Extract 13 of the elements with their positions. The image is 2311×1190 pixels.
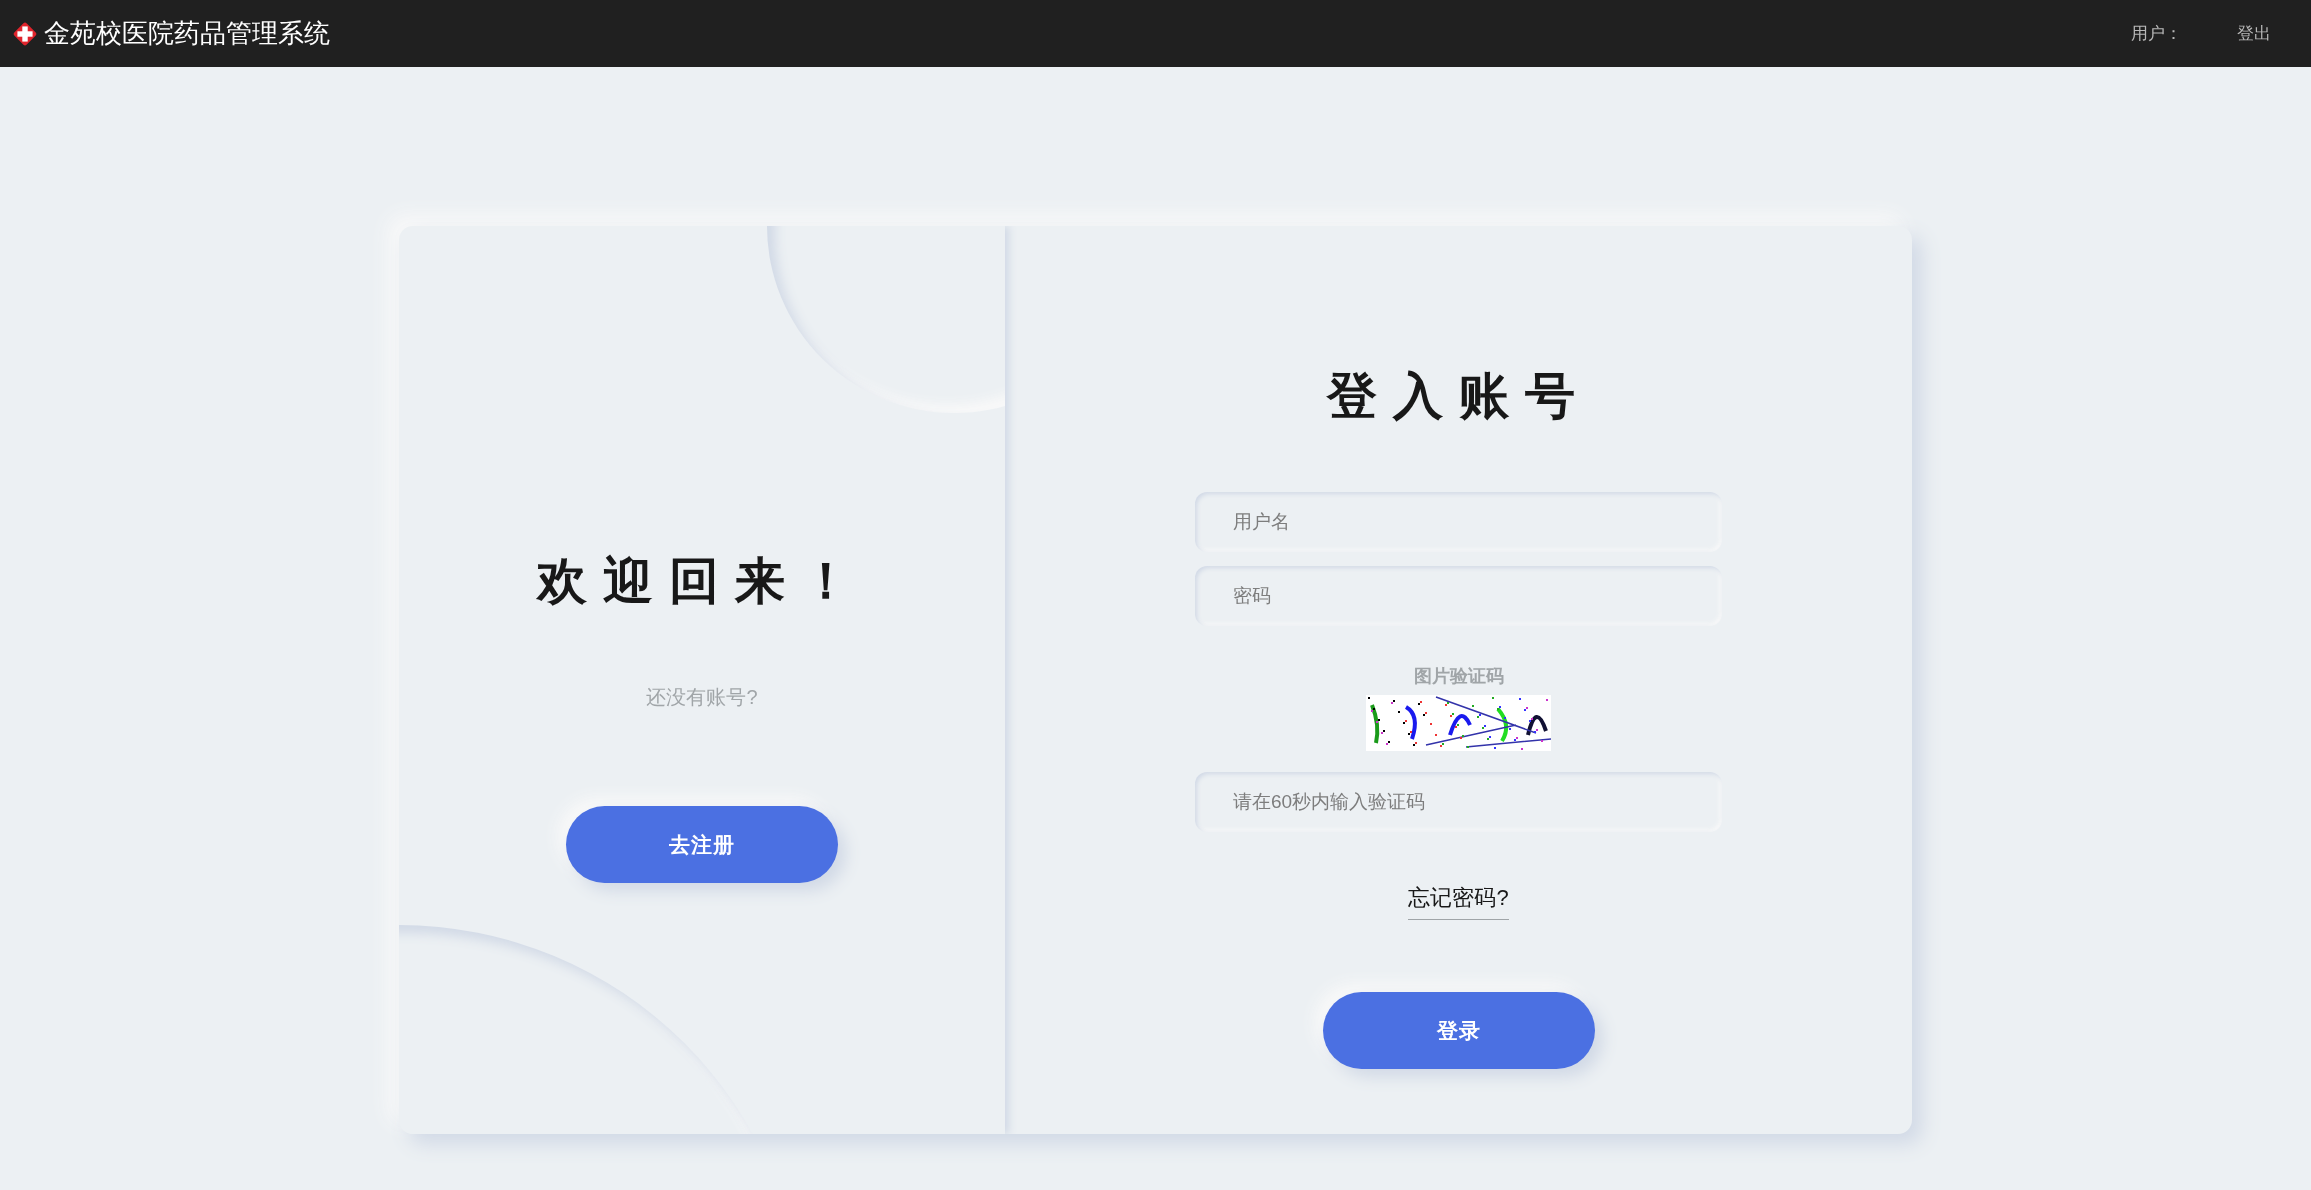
app-title: 金苑校医院药品管理系统 [44,17,330,50]
login-button[interactable]: 登录 [1322,992,1595,1069]
logout-link[interactable]: 登出 [2237,22,2271,45]
captcha-input-field[interactable]: 请在60秒内输入验证码 [1195,772,1722,832]
welcome-title: 欢迎回来！ [537,552,867,611]
register-button[interactable]: 去注册 [566,806,838,883]
captcha-label: 图片验证码 [1413,665,1504,688]
input-field[interactable]: 用户名 [1195,492,1722,552]
forgot-password-link[interactable]: 忘记密码? [1408,883,1509,920]
signup-prompt: 还没有账号? [646,685,758,710]
user-label: 用户： [2131,23,2182,45]
input-field[interactable]: 密码 [1195,566,1722,626]
login-title: 登入账号 [1326,367,1591,426]
